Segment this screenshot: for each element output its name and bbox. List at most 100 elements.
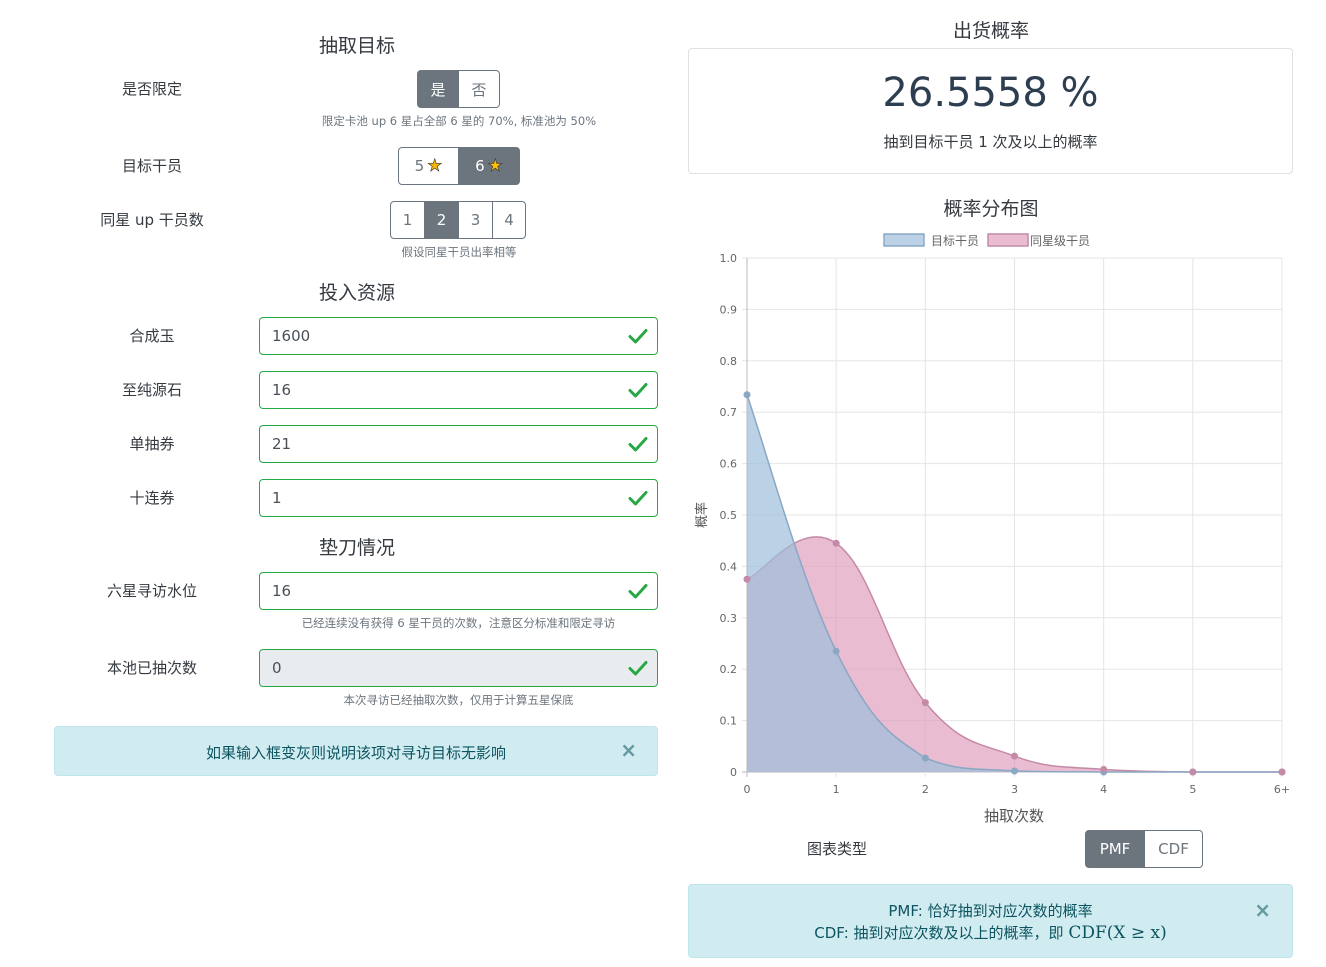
up-count-hint: 假设同星干员出率相等 bbox=[401, 245, 517, 259]
resources-section-title: 投入资源 bbox=[318, 282, 395, 304]
x-axis-label: 抽取次数 bbox=[984, 807, 1044, 825]
chart-section-title: 概率分布图 bbox=[943, 198, 1039, 220]
limited-toggle-group: 是 否 bbox=[417, 70, 500, 108]
legend-swatch bbox=[987, 233, 1029, 247]
target-operator-label: 目标干员 bbox=[121, 157, 182, 175]
check-icon bbox=[628, 383, 648, 398]
y-tick-label: 0.5 bbox=[720, 509, 738, 522]
x-tick-label: 0 bbox=[744, 783, 751, 796]
input-disabled-alert: 如果输入框变灰则说明该项对寻访目标无影响 × bbox=[54, 726, 658, 776]
cdf-formula: CDF(X ≥ x) bbox=[1068, 923, 1167, 943]
y-tick-label: 0.9 bbox=[720, 303, 738, 316]
six-star-pity-label: 六星寻访水位 bbox=[106, 582, 197, 600]
check-icon bbox=[628, 584, 648, 599]
close-icon[interactable]: × bbox=[1254, 898, 1271, 922]
data-point bbox=[1100, 765, 1108, 773]
pool-pulls-field bbox=[259, 649, 658, 687]
single-ticket-input[interactable] bbox=[260, 426, 600, 462]
rarity-5-button[interactable]: 5 ★ bbox=[398, 147, 459, 185]
limited-label: 是否限定 bbox=[121, 80, 182, 98]
data-point bbox=[832, 539, 840, 547]
data-point bbox=[1278, 768, 1286, 776]
pmf-explanation: PMF: 恰好抽到对应次数的概率 bbox=[888, 902, 1093, 920]
data-point bbox=[743, 391, 751, 399]
y-tick-label: 0.3 bbox=[720, 612, 738, 625]
data-point bbox=[1011, 752, 1018, 760]
cdf-explanation: CDF: 抽到对应次数及以上的概率，即 CDF(X ≥ x) bbox=[689, 922, 1292, 943]
chart-type-label: 图表类型 bbox=[806, 840, 867, 858]
probability-caption: 抽到目标干员 1 次及以上的概率 bbox=[883, 133, 1098, 151]
originite-input[interactable] bbox=[260, 372, 600, 408]
ten-ticket-input[interactable] bbox=[260, 480, 600, 516]
orundum-field bbox=[259, 317, 658, 355]
single-ticket-field bbox=[259, 425, 658, 463]
limited-no-button[interactable]: 否 bbox=[458, 70, 500, 108]
y-axis-label: 概率 bbox=[694, 502, 710, 528]
limited-hint: 限定卡池 up 6 星占全部 6 星的 70%, 标准池为 50% bbox=[321, 114, 597, 128]
pool-pulls-input[interactable] bbox=[260, 650, 600, 686]
y-tick-label: 0 bbox=[730, 766, 737, 779]
rarity-5-label: 5 bbox=[414, 157, 425, 175]
legend-label: 同星级干员 bbox=[1030, 234, 1090, 248]
legend-swatch bbox=[883, 233, 925, 247]
probability-value: 26.5558 % bbox=[882, 70, 1099, 116]
orundum-input[interactable] bbox=[260, 318, 600, 354]
data-point bbox=[921, 754, 929, 762]
chart-type-cdf-button[interactable]: CDF bbox=[1144, 830, 1203, 868]
result-section-title: 出货概率 bbox=[952, 20, 1029, 42]
x-tick-label: 5 bbox=[1189, 783, 1196, 796]
probability-card: 26.5558 % 抽到目标干员 1 次及以上的概率 bbox=[688, 48, 1293, 174]
check-icon bbox=[628, 437, 648, 452]
rarity-6-button[interactable]: 6 ★ bbox=[458, 147, 520, 185]
pity-section-title: 垫刀情况 bbox=[318, 537, 395, 559]
originite-label: 至纯源石 bbox=[121, 381, 182, 399]
target-section-title: 抽取目标 bbox=[318, 35, 395, 57]
chart-x-ticks: 0 1 2 3 4 5 6+ bbox=[744, 783, 1291, 796]
ten-ticket-label: 十连券 bbox=[129, 489, 175, 507]
star-icon: ★ bbox=[487, 156, 503, 177]
data-point bbox=[743, 575, 751, 583]
chart-legend: 目标干员 同星级干员 bbox=[883, 233, 1090, 248]
orundum-label: 合成玉 bbox=[129, 327, 175, 345]
data-point bbox=[832, 647, 840, 655]
cdf-explanation-text: CDF: 抽到对应次数及以上的概率，即 bbox=[814, 924, 1069, 942]
y-tick-label: 0.1 bbox=[720, 715, 738, 728]
x-tick-label: 2 bbox=[922, 783, 929, 796]
ten-ticket-field bbox=[259, 479, 658, 517]
x-tick-label: 6+ bbox=[1274, 783, 1290, 796]
six-star-pity-input[interactable] bbox=[260, 573, 600, 609]
y-tick-label: 0.8 bbox=[720, 355, 738, 368]
close-icon[interactable]: × bbox=[620, 738, 637, 762]
input-disabled-alert-text: 如果输入框变灰则说明该项对寻访目标无影响 bbox=[205, 744, 506, 762]
up-count-group: 1 2 3 4 bbox=[390, 201, 526, 239]
check-icon bbox=[628, 329, 648, 344]
y-tick-label: 0.6 bbox=[720, 458, 738, 471]
x-tick-label: 4 bbox=[1100, 783, 1107, 796]
up-count-label: 同星 up 干员数 bbox=[100, 211, 204, 229]
rarity-6-label: 6 bbox=[475, 157, 485, 175]
six-star-pity-field bbox=[259, 572, 658, 610]
legend-label: 目标干员 bbox=[931, 234, 979, 248]
star-icon: ★ bbox=[427, 156, 443, 177]
x-tick-label: 3 bbox=[1011, 783, 1018, 796]
limited-yes-button[interactable]: 是 bbox=[417, 70, 459, 108]
chart-y-ticks: 0 0.1 0.2 0.3 0.4 0.5 0.6 0.7 0.8 0.9 1.0 bbox=[720, 252, 738, 779]
up-count-2-button[interactable]: 2 bbox=[424, 201, 459, 239]
six-star-pity-hint: 已经连续没有获得 6 星干员的次数，注意区分标准和限定寻访 bbox=[301, 616, 616, 630]
originite-field bbox=[259, 371, 658, 409]
data-point bbox=[921, 699, 929, 707]
y-tick-label: 1.0 bbox=[720, 252, 738, 265]
chart-type-alert: PMF: 恰好抽到对应次数的概率 CDF: 抽到对应次数及以上的概率，即 CDF… bbox=[688, 884, 1293, 958]
y-tick-label: 0.7 bbox=[720, 406, 738, 419]
up-count-3-button[interactable]: 3 bbox=[458, 201, 493, 239]
data-point bbox=[1189, 768, 1197, 776]
y-tick-label: 0.4 bbox=[720, 560, 738, 573]
x-tick-label: 1 bbox=[833, 783, 840, 796]
operator-rarity-group: 5 ★ 6 ★ bbox=[398, 147, 520, 185]
check-icon bbox=[628, 491, 648, 506]
up-count-4-button[interactable]: 4 bbox=[492, 201, 526, 239]
up-count-1-button[interactable]: 1 bbox=[390, 201, 425, 239]
single-ticket-label: 单抽券 bbox=[129, 435, 175, 453]
chart-type-group: PMF CDF bbox=[1085, 830, 1203, 868]
chart-type-pmf-button[interactable]: PMF bbox=[1085, 830, 1145, 868]
